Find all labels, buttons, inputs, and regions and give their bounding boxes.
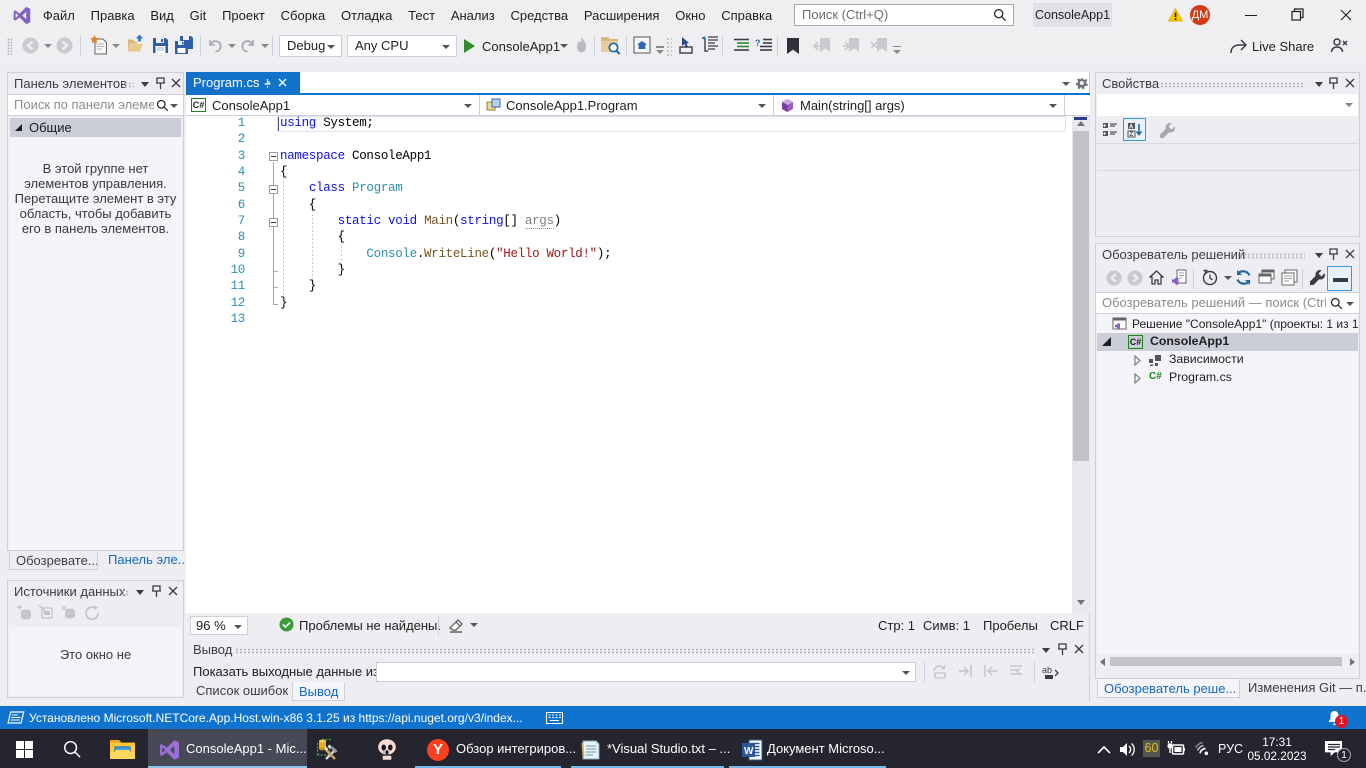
svg-text:A: A [1129,125,1134,131]
svg-text:ab: ab [1042,665,1052,675]
svg-text:W: W [744,746,754,757]
svg-text:Z: Z [1130,132,1134,138]
svg-text:?: ? [755,38,761,48]
